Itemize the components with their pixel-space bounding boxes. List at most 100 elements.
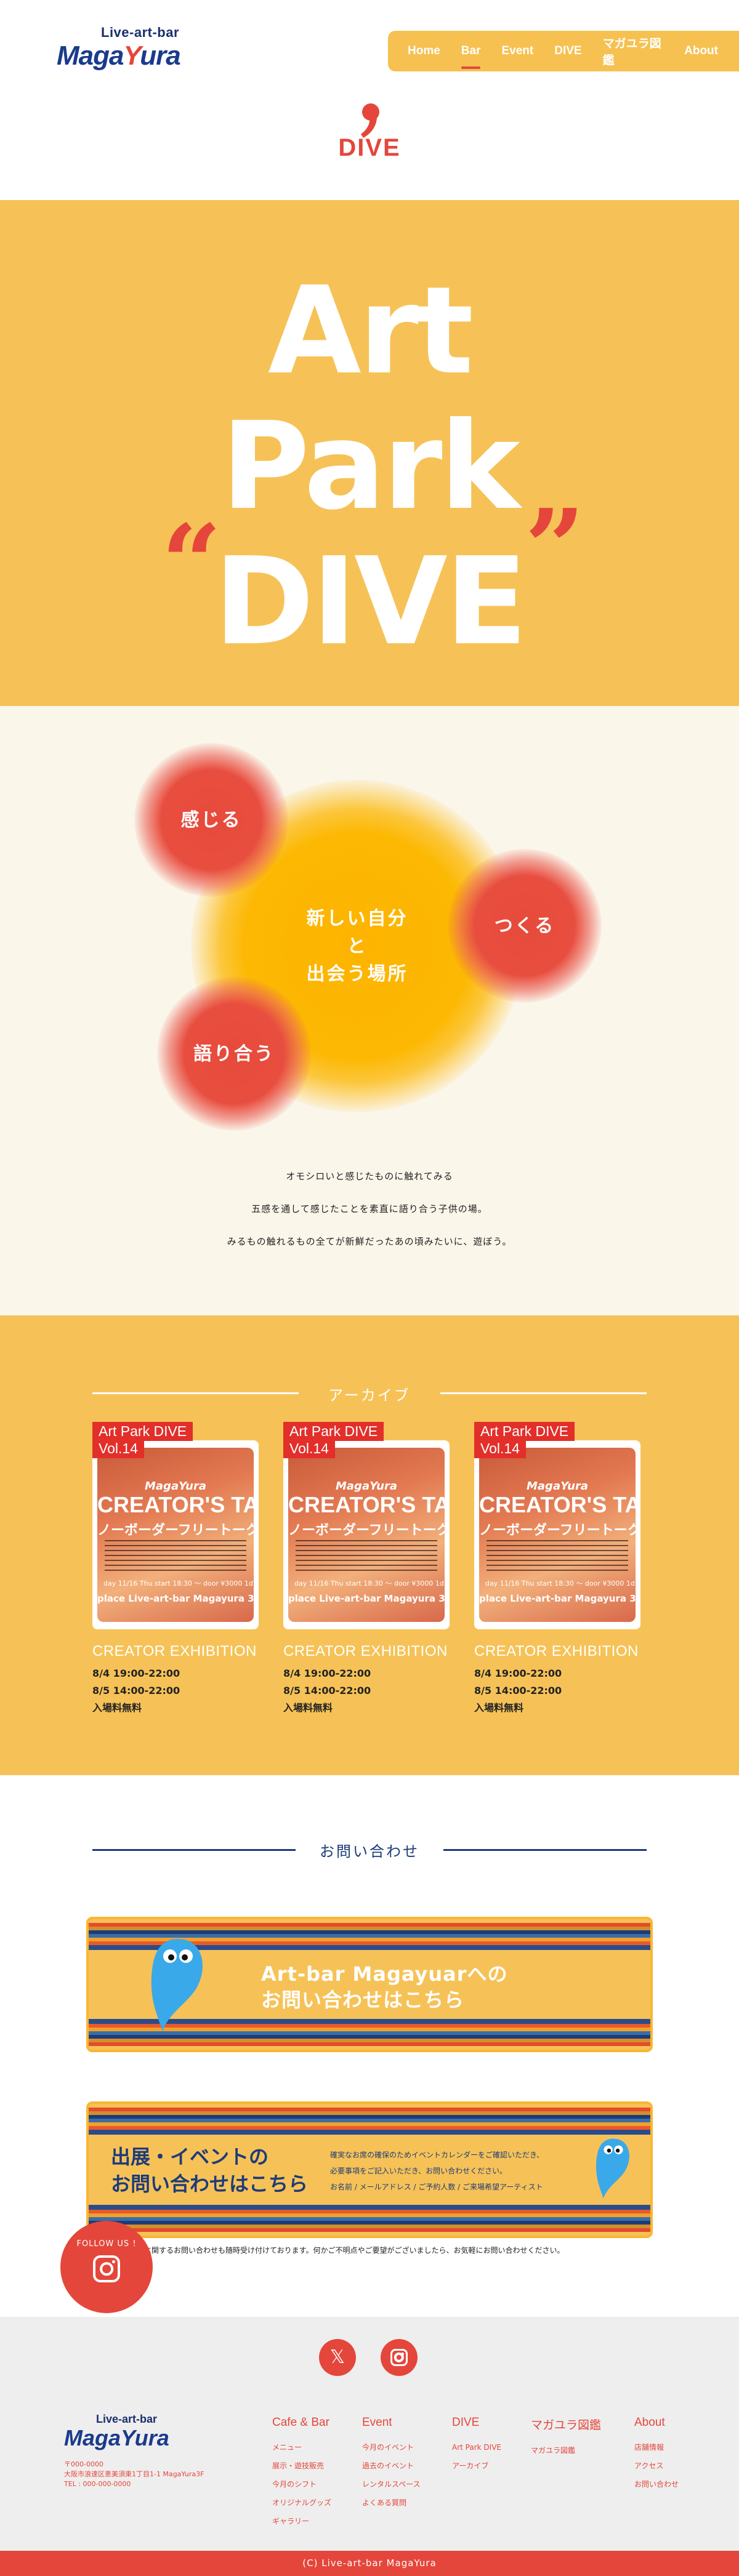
poster-brand: MagaYura xyxy=(336,1480,397,1493)
footer-link[interactable]: アーカイブ xyxy=(452,2457,501,2475)
follow-us-button[interactable]: FOLLOW US ! xyxy=(60,2221,153,2313)
footer-link[interactable]: メニュー xyxy=(272,2438,331,2457)
concept-feel-circle: 感じる xyxy=(134,743,288,897)
card-date: 8/4 19:00-22:00 xyxy=(474,1667,562,1679)
card-date: 8/5 14:00-22:00 xyxy=(283,1685,371,1696)
site-header: Live-art-bar MagaYura Home Bar Event DIV… xyxy=(0,0,739,80)
concept-center-text: 新しい自分 と 出会う場所 xyxy=(307,905,408,988)
site-logo[interactable]: Live-art-bar MagaYura xyxy=(57,25,235,74)
banner-text: Art-bar Magayuarへの お問い合わせはこちら xyxy=(261,1961,508,2013)
footer-link[interactable]: オリジナルグッズ xyxy=(272,2494,331,2512)
poster-date: day 11/16 Thu start 18:30 ～ door ¥3000 1… xyxy=(103,1579,253,1587)
footer-link[interactable]: マガユラ図鑑 xyxy=(531,2441,601,2460)
footer-link[interactable]: よくある質問 xyxy=(362,2494,421,2512)
card-volume-badge: Vol.14 xyxy=(474,1439,526,1458)
page-title: DIVE xyxy=(338,134,401,161)
poster-body-text xyxy=(105,1540,246,1571)
footer-col-heading[interactable]: About xyxy=(634,2416,679,2430)
nav-magayura-zukan[interactable]: マガユラ図鑑 xyxy=(603,34,664,68)
address-line: 大阪市浪速区恵美須東1丁目1-1 MagaYura3F xyxy=(64,2470,204,2478)
card-badge: Art Park DIVE xyxy=(474,1422,575,1441)
concept-center-line: 新しい自分 xyxy=(306,907,408,929)
card-date: 8/4 19:00-22:00 xyxy=(283,1667,371,1679)
instagram-social-link[interactable] xyxy=(381,2339,418,2376)
banner-text: 出展・イベントの お問い合わせはこちら xyxy=(111,2143,308,2197)
footer-logo[interactable]: Live-art-bar MagaYura xyxy=(64,2413,212,2456)
x-icon: 𝕏 xyxy=(329,2346,345,2368)
contact-heading: お問い合わせ xyxy=(320,1843,419,1860)
banner-desc-line: 必要事項をご記入いただき、お問い合わせください。 xyxy=(330,2167,507,2175)
poster-body-text xyxy=(487,1540,628,1571)
archive-card[interactable]: MagaYura CREATOR'S TAB ノーボーダーフリートーク交流 da… xyxy=(474,1422,640,1717)
footer-col-heading[interactable]: Event xyxy=(362,2416,421,2430)
concept-section: 新しい自分 と 出会う場所 感じる つくる 語り合う オモシロいと感じたものに触… xyxy=(0,706,739,1315)
footer-link[interactable]: 過去のイベント xyxy=(362,2457,421,2475)
card-title[interactable]: CREATOR EXHIBITION xyxy=(92,1643,259,1660)
nav-bar[interactable]: Bar xyxy=(461,44,480,69)
hero-section: Art Park DIVE “ ” xyxy=(0,200,739,706)
nav-dive[interactable]: DIVE xyxy=(554,44,581,58)
card-title[interactable]: CREATOR EXHIBITION xyxy=(283,1643,450,1660)
mascot-icon xyxy=(151,1939,203,2031)
archive-card-image[interactable]: MagaYura CREATOR'S TAB ノーボーダーフリートーク交流 da… xyxy=(283,1422,450,1629)
nav-about[interactable]: About xyxy=(684,44,718,58)
footer-link[interactable]: 今月のシフト xyxy=(272,2475,331,2494)
banner-desc-line: お名前 / メールアドレス / ご予約人数 / ご来場希望アーティスト xyxy=(330,2183,543,2191)
concept-talk-label: 語り合う xyxy=(193,1043,275,1065)
x-social-link[interactable]: 𝕏 xyxy=(319,2339,356,2376)
concept-paragraph: みるもの触れるもの全てが新鮮だったあの頃みたいに、遊ぼう。 xyxy=(227,1236,512,1247)
poster-place: place Live-art-bar Magayura 3F xyxy=(479,1593,636,1604)
poster-place: place Live-art-bar Magayura 3F xyxy=(97,1593,254,1604)
concept-paragraph: 五感を通して感じたことを素直に語り合う子供の場。 xyxy=(251,1203,488,1214)
concept-talk-circle: 語り合う xyxy=(157,977,311,1131)
hero-line-dive: DIVE xyxy=(214,532,527,672)
footer-link[interactable]: ギャラリー xyxy=(272,2512,331,2530)
mascot-icon xyxy=(596,2138,629,2199)
concept-make-label: つくる xyxy=(494,915,555,937)
concept-paragraph: オモシロいと感じたものに触れてみる xyxy=(286,1171,453,1182)
quote-open-mark: “ xyxy=(161,502,222,625)
archive-card[interactable]: MagaYura CREATOR'S TAB ノーボーダーフリートーク交流 da… xyxy=(92,1422,259,1717)
footer-link[interactable]: レンタルスペース xyxy=(362,2475,421,2494)
stripe-decoration xyxy=(89,2205,650,2232)
nav-home[interactable]: Home xyxy=(408,44,440,58)
main-nav: Home Bar Event DIVE マガユラ図鑑 About xyxy=(388,31,739,71)
footer-col-heading[interactable]: DIVE xyxy=(452,2416,501,2430)
footer-link[interactable]: 店舗情報 xyxy=(634,2438,679,2457)
footer-link[interactable]: 展示・遊技販売 xyxy=(272,2457,331,2475)
logo-wordmark: MagaYura xyxy=(57,41,181,71)
footer-link[interactable]: お問い合わせ xyxy=(634,2475,679,2494)
instagram-icon xyxy=(390,2349,408,2366)
poster-brand: MagaYura xyxy=(145,1480,206,1493)
quote-close-mark: ” xyxy=(525,486,585,609)
logo-tagline: Live-art-bar xyxy=(101,25,180,40)
footer-col-heading[interactable]: マガユラ図鑑 xyxy=(531,2416,601,2433)
archive-card[interactable]: MagaYura CREATOR'S TAB ノーボーダーフリートーク交流 da… xyxy=(283,1422,450,1717)
poster-title: CREATOR'S TAB xyxy=(479,1492,636,1517)
poster-title: CREATOR'S TAB xyxy=(97,1492,254,1517)
event-poster: MagaYura CREATOR'S TAB ノーボーダーフリートーク交流 da… xyxy=(479,1448,636,1622)
contact-note: 展示・イベントに関するお問い合わせも随時受け付けております。何かご不明点やご要望… xyxy=(92,2246,565,2255)
bar-contact-banner[interactable]: Art-bar Magayuarへの お問い合わせはこちら xyxy=(86,1917,653,2052)
banner-line: お問い合わせはこちら xyxy=(111,2172,309,2196)
concept-center-line: と xyxy=(347,935,368,957)
address-line: 〒000-0000 xyxy=(64,2460,103,2468)
footer-link[interactable]: 今月のイベント xyxy=(362,2438,421,2457)
poster-brand: MagaYura xyxy=(527,1480,588,1493)
event-contact-banner[interactable]: 出展・イベントの お問い合わせはこちら 確実なお席の確保のためイベントカレンダー… xyxy=(86,2101,653,2238)
nav-event[interactable]: Event xyxy=(501,44,533,58)
footer-link[interactable]: アクセス xyxy=(634,2457,679,2475)
event-poster: MagaYura CREATOR'S TAB ノーボーダーフリートーク交流 da… xyxy=(97,1448,254,1622)
address-line: TEL : 000-000-0000 xyxy=(64,2480,131,2488)
poster-subtitle: ノーボーダーフリートーク交流 xyxy=(479,1523,636,1538)
footer-link[interactable]: Art Park DIVE xyxy=(452,2438,501,2457)
banner-line: お問い合わせはこちら xyxy=(261,1988,465,2012)
footer-col-zukan: マガユラ図鑑 マガユラ図鑑 xyxy=(531,2416,601,2460)
archive-card-image[interactable]: MagaYura CREATOR'S TAB ノーボーダーフリートーク交流 da… xyxy=(92,1422,259,1629)
card-title[interactable]: CREATOR EXHIBITION xyxy=(474,1643,640,1660)
footer-col-heading[interactable]: Cafe & Bar xyxy=(272,2416,331,2430)
footer-col-about: About 店舗情報 アクセス お問い合わせ xyxy=(634,2416,679,2494)
card-date: 8/5 14:00-22:00 xyxy=(92,1685,180,1696)
archive-card-image[interactable]: MagaYura CREATOR'S TAB ノーボーダーフリートーク交流 da… xyxy=(474,1422,640,1629)
hero-line-park: Park xyxy=(221,396,520,537)
